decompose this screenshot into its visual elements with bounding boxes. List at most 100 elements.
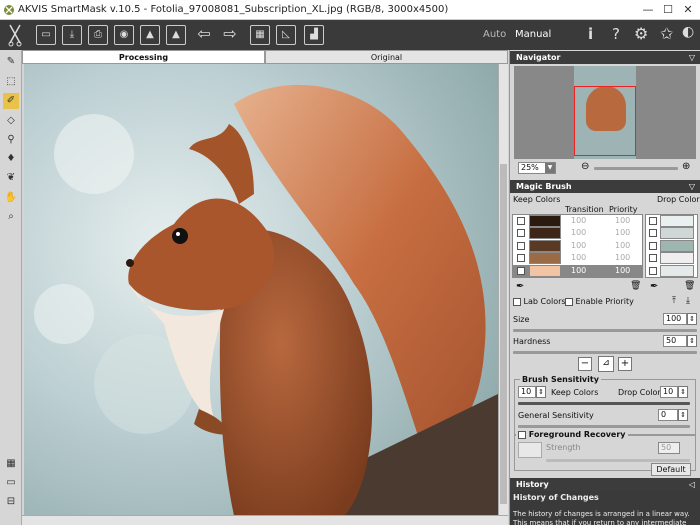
- drop-color-checkbox[interactable]: [649, 241, 657, 250]
- help-icon[interactable]: ?: [612, 25, 620, 43]
- general-sensitivity-spinner[interactable]: ⇕: [678, 409, 688, 421]
- keep-sensitivity-spinner[interactable]: ⇕: [536, 386, 546, 398]
- image-canvas[interactable]: [24, 64, 498, 516]
- keep-color-checkbox[interactable]: [517, 266, 525, 275]
- collapse-icon[interactable]: ▽: [689, 51, 695, 64]
- keep-color-row[interactable]: 100 100: [513, 215, 642, 227]
- keep-dropper-icon[interactable]: ✒: [516, 281, 524, 292]
- general-sensitivity-slider[interactable]: [518, 425, 690, 428]
- close-button[interactable]: ✕: [680, 3, 696, 16]
- navigator-header[interactable]: Navigator ▽: [510, 51, 700, 64]
- drop-color-checkbox[interactable]: [649, 217, 657, 225]
- magic-brush-header[interactable]: Magic Brush ▽: [510, 180, 700, 193]
- size-slider[interactable]: [513, 329, 697, 332]
- keep-sensitivity-input[interactable]: 10: [518, 386, 536, 398]
- foreground-recovery-checkbox[interactable]: Foreground Recovery: [516, 430, 628, 439]
- keep-color-row[interactable]: 100 100: [513, 227, 642, 240]
- transition-value[interactable]: 100: [571, 253, 586, 262]
- priority-value[interactable]: 100: [615, 266, 630, 275]
- keep-color-checkbox[interactable]: [517, 254, 525, 263]
- priority-value[interactable]: 100: [615, 241, 630, 250]
- split-icon[interactable]: ⊟: [3, 494, 19, 510]
- priority-value[interactable]: 100: [615, 253, 630, 262]
- drop-dropper-icon[interactable]: ✒: [650, 281, 658, 292]
- save-colors-icon[interactable]: ⤓: [686, 296, 690, 306]
- collapse-icon[interactable]: ◁: [689, 478, 695, 491]
- general-sensitivity-input[interactable]: 0: [658, 409, 678, 421]
- zoom-icon[interactable]: ⌕: [3, 209, 19, 225]
- eye-icon[interactable]: ◐: [682, 24, 694, 40]
- drop-color-row[interactable]: [646, 239, 697, 252]
- frame-icon[interactable]: ▭: [3, 475, 19, 491]
- strength-input[interactable]: 50: [658, 442, 680, 454]
- keep-color-row[interactable]: 100 100: [513, 252, 642, 265]
- navigator-view-frame[interactable]: [574, 86, 636, 156]
- hardness-spinner[interactable]: ⇕: [687, 335, 697, 347]
- keep-color-checkbox[interactable]: [517, 217, 525, 225]
- vertical-scroll-thumb[interactable]: [500, 164, 507, 504]
- eraser-icon[interactable]: ◇: [3, 113, 19, 129]
- magic-brush-active-icon[interactable]: ✐: [3, 93, 19, 109]
- keep-color-row[interactable]: 100 100: [513, 239, 642, 252]
- load-colors-icon[interactable]: ⤒: [672, 296, 676, 306]
- minus-button[interactable]: −: [578, 357, 592, 371]
- maximize-button[interactable]: ☐: [660, 3, 676, 16]
- hardness-slider[interactable]: [513, 351, 697, 354]
- hardness-input[interactable]: 50: [663, 335, 687, 347]
- background-icon[interactable]: ▦: [250, 25, 270, 45]
- transition-value[interactable]: 100: [571, 241, 586, 250]
- keep-color-checkbox[interactable]: [517, 241, 525, 250]
- keep-delete-icon[interactable]: 🗑: [630, 281, 641, 291]
- bucket-icon[interactable]: ♦: [3, 151, 19, 167]
- navigator-preview[interactable]: [514, 66, 696, 159]
- drop-color-row[interactable]: [646, 264, 697, 277]
- priority-value[interactable]: 100: [615, 228, 630, 237]
- checker-icon[interactable]: ▦: [3, 456, 19, 472]
- lab-colors-checkbox[interactable]: Lab Colors: [513, 297, 566, 306]
- keep-color-checkbox[interactable]: [517, 229, 525, 238]
- priority-value[interactable]: 100: [615, 216, 630, 225]
- minimize-button[interactable]: —: [640, 3, 656, 16]
- batch-alt-icon[interactable]: ▲: [166, 25, 186, 45]
- selection-icon[interactable]: ⬚: [3, 74, 19, 90]
- curves-icon[interactable]: ◺: [276, 25, 296, 45]
- transition-value[interactable]: 100: [571, 228, 586, 237]
- transition-value[interactable]: 100: [571, 266, 586, 275]
- sensitivity-balance-slider[interactable]: [518, 402, 690, 405]
- recovery-color-swatch[interactable]: [518, 442, 542, 458]
- settings-icon[interactable]: ⚙: [634, 24, 648, 43]
- keep-color-row[interactable]: 100 100: [513, 264, 642, 277]
- vertical-scrollbar[interactable]: [498, 64, 508, 516]
- add-brush-icon[interactable]: ⊿: [598, 356, 614, 372]
- tab-original[interactable]: Original: [265, 50, 508, 64]
- drop-delete-icon[interactable]: 🗑: [684, 281, 695, 291]
- magic-brush-icon[interactable]: ✎: [3, 54, 19, 70]
- drop-color-row[interactable]: [646, 227, 697, 240]
- drop-sensitivity-input[interactable]: 10: [660, 386, 678, 398]
- mode-auto[interactable]: Auto: [483, 29, 506, 40]
- size-spinner[interactable]: ⇕: [687, 313, 697, 325]
- history-header[interactable]: History ◁: [510, 478, 700, 491]
- save-icon[interactable]: ⤓: [62, 25, 82, 45]
- batch-icon[interactable]: ▲: [140, 25, 160, 45]
- transition-value[interactable]: 100: [571, 216, 586, 225]
- strength-slider[interactable]: [546, 459, 690, 462]
- chroma-icon[interactable]: ❦: [3, 170, 19, 186]
- print-icon[interactable]: ⎙: [88, 25, 108, 45]
- plus-button[interactable]: +: [618, 357, 632, 371]
- drop-color-checkbox[interactable]: [649, 229, 657, 238]
- zoom-slider[interactable]: [594, 167, 678, 170]
- default-button[interactable]: Default: [651, 463, 691, 476]
- info-icon[interactable]: i: [588, 25, 593, 43]
- zoom-out-icon[interactable]: ⊖: [581, 161, 589, 172]
- star-icon[interactable]: ✩: [660, 24, 673, 43]
- drop-color-row[interactable]: [646, 215, 697, 227]
- undo-icon[interactable]: ⇦: [194, 25, 214, 45]
- share-icon[interactable]: ◉: [114, 25, 134, 45]
- mode-manual[interactable]: Manual: [515, 29, 551, 40]
- horizontal-scrollbar[interactable]: [22, 515, 508, 525]
- histogram-icon[interactable]: ▟: [304, 25, 324, 45]
- drop-color-checkbox[interactable]: [649, 266, 657, 275]
- drop-color-row[interactable]: [646, 252, 697, 265]
- redo-icon[interactable]: ⇨: [220, 25, 240, 45]
